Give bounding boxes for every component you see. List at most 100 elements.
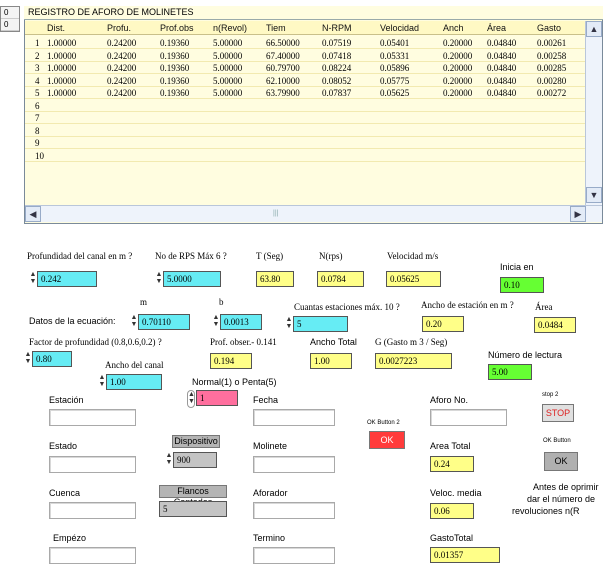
table-cell[interactable]: 0.04840 [487,50,516,62]
ok2-button[interactable]: OK [369,431,405,449]
table-cell[interactable]: 0.24200 [107,37,136,49]
table-cell[interactable]: 0.20000 [443,37,472,49]
array-index-row[interactable]: 0 [1,7,19,19]
normal-penta-spinner-icon[interactable]: ▲ ▼ [187,390,195,408]
table-cell[interactable]: 0.24200 [107,62,136,74]
table-cell[interactable]: 0.08224 [322,62,351,74]
m-spinner-icon[interactable]: ▲ ▼ [130,314,138,330]
table-cell[interactable]: 62.10000 [266,75,300,87]
table-cell[interactable]: 0.07519 [322,37,351,49]
aforador-field[interactable] [253,502,335,519]
table-cell[interactable]: 0.05896 [380,62,409,74]
scroll-up-icon[interactable]: ▲ [586,21,602,37]
table-cell[interactable]: 0.19360 [160,50,189,62]
aforo-no-field[interactable] [430,409,507,426]
rps-spinner-icon[interactable]: ▲ ▼ [155,271,163,287]
vertical-scrollbar[interactable]: ▲ ▼ [585,21,602,205]
table-cell[interactable]: 0.19360 [160,75,189,87]
table-cell[interactable]: 5.00000 [213,75,242,87]
table-row[interactable]: 8 [25,125,585,137]
empezo-field[interactable] [49,547,136,564]
table-cell[interactable]: 0.04840 [487,62,516,74]
table-cell[interactable]: 0.07837 [322,87,351,99]
factor-spinner-icon[interactable]: ▲ ▼ [24,351,32,367]
b-spinner-icon[interactable]: ▲ ▼ [212,314,220,330]
array-index-display[interactable]: 0 0 [0,6,20,32]
table-cell[interactable]: 5.00000 [213,37,242,49]
ancho-estacion-input[interactable]: 0.20 [422,316,464,332]
estaciones-spinner-icon[interactable]: ▲ ▼ [285,316,293,332]
table-cell[interactable]: 5.00000 [213,87,242,99]
normal-penta-input[interactable]: 1 [196,390,238,406]
table-cell[interactable]: 0.00261 [537,37,566,49]
b-input[interactable]: 0.0013 [220,314,262,330]
estado-field[interactable] [49,456,136,473]
table-cell[interactable]: 0.04840 [487,37,516,49]
table-cell[interactable]: 0.19360 [160,62,189,74]
array-index-col[interactable]: 0 [1,19,19,31]
table-row[interactable]: 1 1.00000 0.24200 0.19360 5.00000 66.50000 0.0… [25,37,585,49]
estaciones-input[interactable]: 5 [293,316,348,332]
rps-input[interactable]: 5.0000 [163,271,221,287]
profundidad-spinner-icon[interactable]: ▲ ▼ [29,271,37,287]
table-row[interactable]: 4 1.00000 0.24200 0.19360 5.00000 62.10000 0.0… [25,75,585,87]
horizontal-scrollbar[interactable]: ◀ ||| ▶ [25,205,602,222]
fecha-field[interactable] [253,409,335,426]
stop-button[interactable]: STOP [542,404,574,422]
table-cell[interactable]: 0.00280 [537,75,566,87]
table-row[interactable]: 9 [25,137,585,149]
table-cell[interactable]: 0.20000 [443,87,472,99]
molinete-field[interactable] [253,456,335,473]
dispositivo-spinner-icon[interactable]: ▲ ▼ [165,452,173,468]
table-row[interactable]: 2 1.00000 0.24200 0.19360 5.00000 67.40000 0.0… [25,50,585,62]
table-cell[interactable]: 63.79900 [266,87,300,99]
ancho-canal-input[interactable]: 1.00 [106,374,162,390]
table-row[interactable]: 7 [25,112,585,124]
scroll-left-icon[interactable]: ◀ [25,206,41,222]
table-cell[interactable]: 0.00258 [537,50,566,62]
table-cell[interactable]: 1.00000 [47,50,76,62]
table-cell[interactable]: 0.20000 [443,62,472,74]
scroll-right-icon[interactable]: ▶ [570,206,586,222]
table-cell[interactable]: 0.19360 [160,37,189,49]
table-cell[interactable]: 60.79700 [266,62,300,74]
table-cell[interactable]: 1.00000 [47,62,76,74]
table-cell[interactable]: 0.08052 [322,75,351,87]
table-cell[interactable]: 0.20000 [443,75,472,87]
ancho-canal-spinner-icon[interactable]: ▲ ▼ [98,374,106,390]
ok-button[interactable]: OK [544,452,578,471]
table-cell[interactable]: 0.04840 [487,75,516,87]
table-row[interactable]: 5 1.00000 0.24200 0.19360 5.00000 63.79900 0.0… [25,87,585,99]
m-input[interactable]: 0.70110 [138,314,190,330]
table-cell[interactable]: 0.24200 [107,87,136,99]
table-cell[interactable]: 0.20000 [443,50,472,62]
table-cell[interactable]: 0.24200 [107,75,136,87]
table-cell[interactable]: 0.00285 [537,62,566,74]
table-cell[interactable]: 5.00000 [213,62,242,74]
table-cell[interactable]: 1.00000 [47,87,76,99]
table-cell[interactable]: 0.07418 [322,50,351,62]
table-cell[interactable]: 0.05331 [380,50,409,62]
table-cell[interactable]: 0.24200 [107,50,136,62]
table-cell[interactable]: 0.05401 [380,37,409,49]
table-cell[interactable]: 67.40000 [266,50,300,62]
table-cell[interactable]: 0.05625 [380,87,409,99]
table-cell[interactable]: 5.00000 [213,50,242,62]
table-row[interactable]: 3 1.00000 0.24200 0.19360 5.00000 60.79700 0.0… [25,62,585,74]
estacion-field[interactable] [49,409,136,426]
table-row[interactable]: 6 [25,100,585,112]
factor-input[interactable]: 0.80 [32,351,72,367]
table-row[interactable]: 10 [25,150,585,162]
table-cell[interactable]: 0.19360 [160,87,189,99]
table-cell[interactable]: 1.00000 [47,75,76,87]
termino-field[interactable] [253,547,335,564]
profundidad-input[interactable]: 0.242 [37,271,97,287]
table-cell[interactable]: 0.04840 [487,87,516,99]
table-cell[interactable]: 0.00272 [537,87,566,99]
dispositivo-input[interactable]: 900 [173,452,217,468]
table-cell[interactable]: 0.05775 [380,75,409,87]
table-cell[interactable]: 1.00000 [47,37,76,49]
table-cell[interactable]: 66.50000 [266,37,300,49]
scroll-grip[interactable]: ||| [273,210,278,217]
scroll-down-icon[interactable]: ▼ [586,187,602,203]
